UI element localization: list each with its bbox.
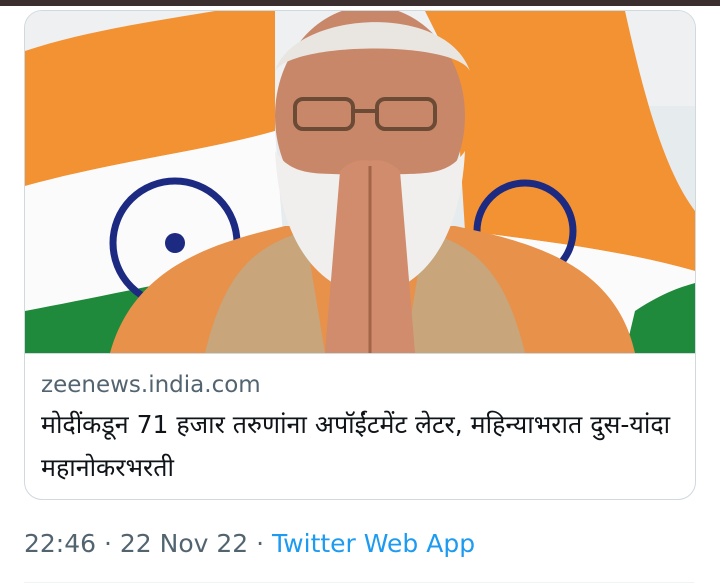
card-title: मोदींकडून 71 हजार तरुणांना अपॉईंटमेंट ले… xyxy=(41,410,671,482)
photo-thumbnail xyxy=(25,11,695,353)
divider xyxy=(24,582,694,583)
card-text: zeenews.india.com मोदींकडून 71 हजार तरुण… xyxy=(41,369,681,489)
meta-separator: · xyxy=(96,529,120,558)
source-app-link[interactable]: Twitter Web App xyxy=(272,529,475,558)
tweet-time[interactable]: 22:46 xyxy=(24,529,96,558)
card-image[interactable] xyxy=(25,11,695,354)
tweet-metadata: 22:46 · 22 Nov 22 · Twitter Web App xyxy=(24,526,475,562)
card-domain: zeenews.india.com xyxy=(41,372,261,398)
top-edge-bar xyxy=(0,0,720,6)
meta-separator: · xyxy=(248,529,273,558)
link-preview-card[interactable]: zeenews.india.com मोदींकडून 71 हजार तरुण… xyxy=(24,10,696,500)
tweet-date[interactable]: 22 Nov 22 xyxy=(120,529,248,558)
